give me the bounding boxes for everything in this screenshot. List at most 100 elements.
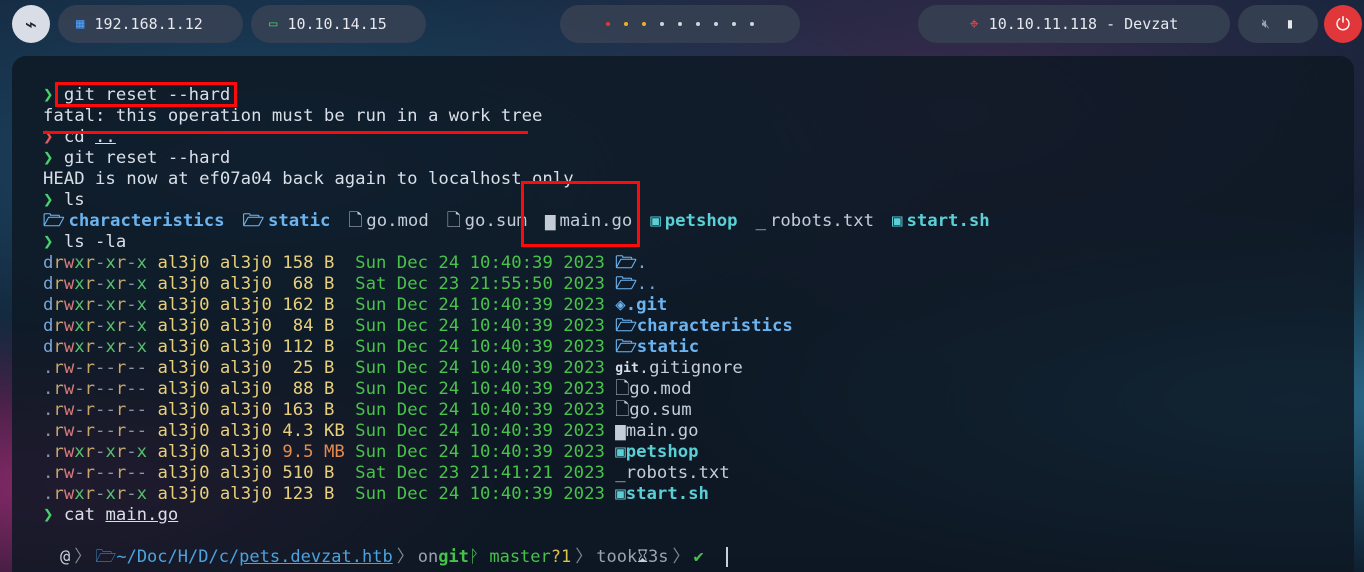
file-name[interactable]: characteristics <box>637 316 793 337</box>
ls-entry[interactable]: ▣ petshop <box>650 211 737 232</box>
local-ip-widget[interactable]: ▦ 192.168.1.12 <box>58 5 243 43</box>
permissions: .rw-r--r-- <box>43 463 148 483</box>
modified-date: Sat Dec 23 21:41:21 2023 <box>344 463 616 483</box>
output-text: HEAD is now at ef07a04 back again to loc… <box>43 169 574 189</box>
file-name[interactable]: . <box>637 253 647 274</box>
prompt-separator-icon: 〉 <box>74 546 92 567</box>
owner-group: al3j0 <box>209 253 272 273</box>
command-text: ls <box>63 190 85 210</box>
workspace-dot-1[interactable] <box>606 22 610 26</box>
file-name[interactable]: start.sh <box>626 484 709 505</box>
owner-user: al3j0 <box>147 463 210 483</box>
ls-la-row: drwxr-xr-x al3j0 al3j0 68 B Sat Dec 23 2… <box>43 274 1008 295</box>
target-widget[interactable]: ⌖ 10.10.11.118 - Devzat <box>918 5 1230 43</box>
file-icon: 🗋 <box>615 400 630 420</box>
prompt-separator-icon: 〉 <box>575 546 593 567</box>
ls-entry[interactable]: 🗁 static <box>243 211 331 232</box>
ls-entry-name: robots.txt <box>769 211 875 231</box>
prompt-separator-icon: 〉 <box>672 546 690 567</box>
file-name[interactable]: .. <box>637 274 658 295</box>
file-size: 510 B <box>271 463 345 483</box>
workspace-dot-6[interactable] <box>696 22 700 26</box>
ls-la-row: .rw-r--r-- al3j0 al3j0 88 B Sun Dec 24 1… <box>43 379 1008 400</box>
battery-icon[interactable]: ▮ <box>1286 16 1294 32</box>
modified-date: Sun Dec 24 10:40:39 2023 <box>344 442 616 462</box>
ls-entry[interactable]: ▣ start.sh <box>892 211 990 232</box>
workspace-switcher[interactable] <box>560 5 800 43</box>
workspace-dot-7[interactable] <box>714 22 718 26</box>
vpn-ip-text: 10.10.14.15 <box>287 15 387 33</box>
mute-icon[interactable]: 🔇︎ <box>1262 17 1270 32</box>
file-size: 9.5 MB <box>271 442 345 462</box>
workspace-dot-5[interactable] <box>678 22 682 26</box>
file-size: 88 B <box>271 379 345 399</box>
file-size: 123 B <box>271 484 345 504</box>
debian-swirl-icon: @ <box>60 546 71 567</box>
vpn-ip-widget[interactable]: ▭ 10.10.14.15 <box>251 5 426 43</box>
ls-entry[interactable]: 🗋 go.sum <box>447 211 527 232</box>
vpn-monitor-icon: ▭ <box>269 16 278 32</box>
workspace-dot-9[interactable] <box>750 22 754 26</box>
prompt-took: took <box>596 546 638 567</box>
ls-la-row: drwxr-xr-x al3j0 al3j0 112 B Sun Dec 24 … <box>43 337 1008 358</box>
command-line: ❯ git reset --hard <box>43 148 1008 169</box>
workspace-dot-8[interactable] <box>732 22 736 26</box>
file-size: 112 B <box>271 337 345 357</box>
modified-date: Sun Dec 24 10:40:39 2023 <box>344 316 616 336</box>
modified-date: Sun Dec 24 10:40:39 2023 <box>344 484 616 504</box>
terminal-window[interactable]: ❯ git reset --hard fatal: this operation … <box>12 56 1354 572</box>
prompt-git-status: ?1 <box>550 546 572 567</box>
ls-entry[interactable]: 🗋 go.mod <box>348 211 428 232</box>
modified-date: Sun Dec 24 10:40:39 2023 <box>344 253 616 273</box>
power-button[interactable]: ⏻ <box>1324 5 1362 43</box>
permissions: drwxr-xr-x <box>43 295 148 315</box>
owner-group: al3j0 <box>209 295 272 315</box>
terminal-icon: ▣ <box>892 211 903 231</box>
modified-date: Sun Dec 24 10:40:39 2023 <box>344 379 616 399</box>
app-menu-button[interactable]: ⌁ <box>12 5 50 43</box>
file-name[interactable]: petshop <box>626 442 699 463</box>
ls-entry-name: go.mod <box>366 211 429 231</box>
highlight-box-git-reset <box>55 82 237 107</box>
command-text: cat <box>63 505 106 525</box>
prompt-arrow-icon: ❯ <box>43 190 64 210</box>
text-cursor[interactable] <box>725 547 728 567</box>
file-size: 25 B <box>271 358 345 378</box>
shell-prompt: @ 〉 🗁 ~/Doc/H/D/c/pets.devzat.htb 〉 on g… <box>60 545 728 569</box>
ls-entry-name: go.sum <box>464 211 528 231</box>
file-name[interactable]: static <box>637 337 699 358</box>
owner-group: al3j0 <box>209 337 272 357</box>
ls-la-row: drwxr-xr-x al3j0 al3j0 162 B Sun Dec 24 … <box>43 295 1008 316</box>
permissions: .rw-r--r-- <box>43 379 148 399</box>
prompt-on: on <box>417 546 439 567</box>
prompt-status-check: ✔ <box>693 546 704 567</box>
workspace-dot-4[interactable] <box>660 22 664 26</box>
ls-entry[interactable]: _ robots.txt <box>756 211 874 232</box>
file-name[interactable]: robots.txt <box>626 463 730 484</box>
network-icon: ▦ <box>76 16 85 32</box>
ls-la-row: .rwxr-xr-x al3j0 al3j0 123 B Sun Dec 24 … <box>43 484 1008 505</box>
file-name[interactable]: .gitignore <box>639 358 743 379</box>
command-text: git reset --hard <box>63 148 231 168</box>
workspace-dot-2[interactable] <box>624 22 628 26</box>
file-icon: 🗋 <box>615 379 630 399</box>
file-name[interactable]: main.go <box>626 421 699 442</box>
system-tray[interactable]: 🔇︎ ▮ <box>1238 5 1318 43</box>
kali-dragon-icon: ⌁ <box>24 12 38 36</box>
workspace-dot-3[interactable] <box>642 22 646 26</box>
modified-date: Sun Dec 24 10:40:39 2023 <box>344 421 616 441</box>
file-name[interactable]: go.sum <box>629 400 691 421</box>
local-ip-text: 192.168.1.12 <box>94 15 203 33</box>
ls-entry-name: petshop <box>664 211 738 231</box>
output-text: fatal: this operation must be run in a w… <box>43 106 543 126</box>
ls-la-row: .rw-r--r-- al3j0 al3j0 510 B Sat Dec 23 … <box>43 463 1008 484</box>
terminal-icon: ▣ <box>650 211 661 231</box>
modified-date: Sun Dec 24 10:40:39 2023 <box>344 358 616 378</box>
ls-entry[interactable]: 🗁 characteristics <box>43 211 225 232</box>
file-name[interactable]: go.mod <box>629 379 691 400</box>
folder-icon: 🗁 <box>615 253 637 273</box>
file-name[interactable]: .git <box>626 295 668 316</box>
permissions: drwxr-xr-x <box>43 274 148 294</box>
target-text: 10.10.11.118 - Devzat <box>988 15 1179 33</box>
ls-la-row: .rw-r--r-- al3j0 al3j0 25 B Sun Dec 24 1… <box>43 358 1008 379</box>
